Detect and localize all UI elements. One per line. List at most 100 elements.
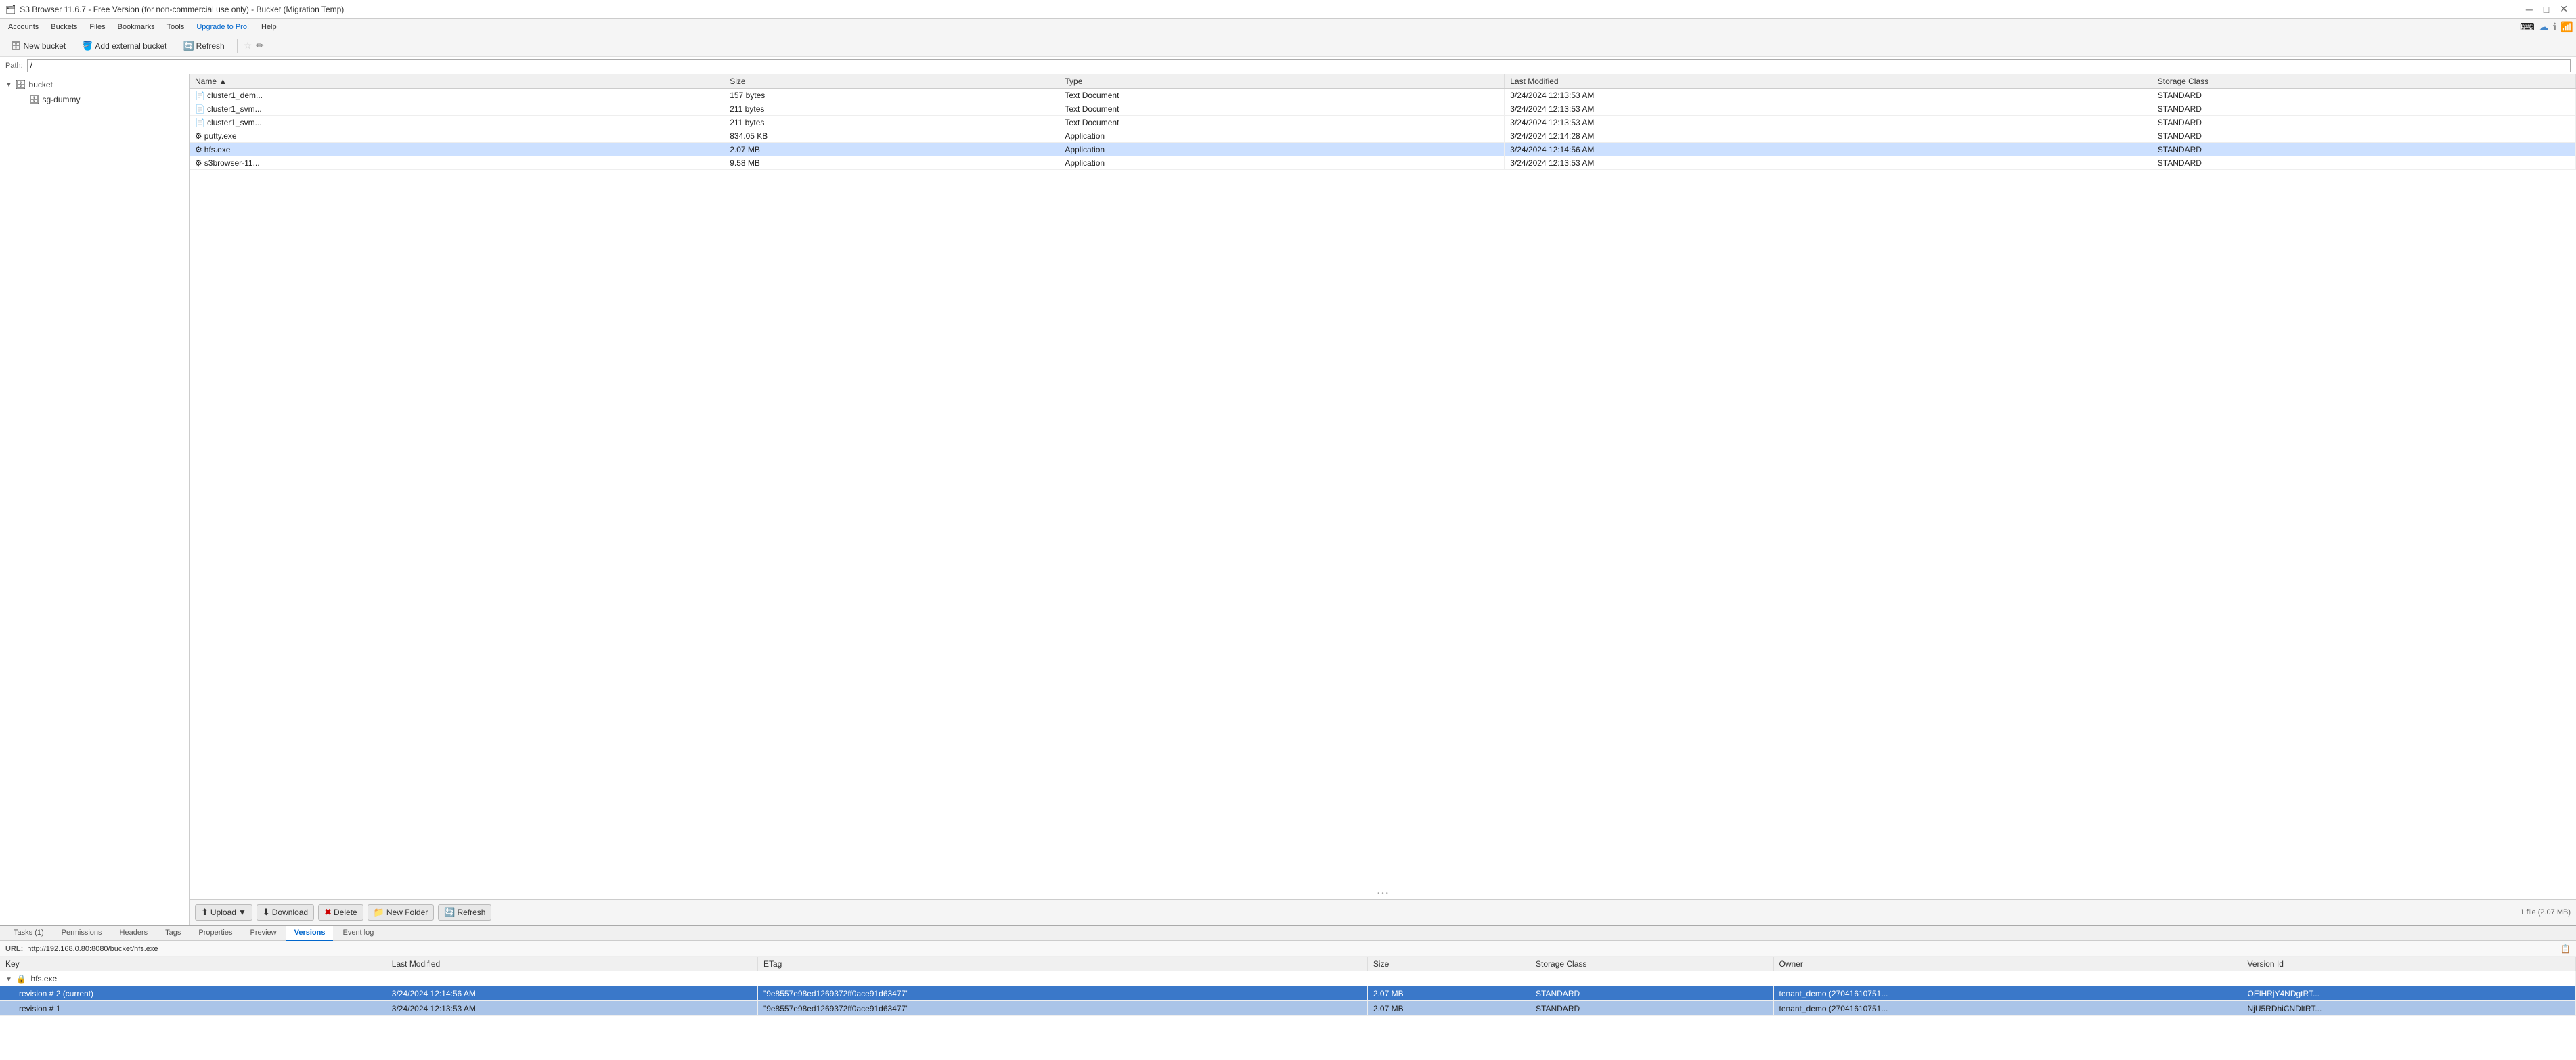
file-name-cell: ⚙s3browser-11... — [190, 156, 724, 170]
sidebar-item-sg-dummy[interactable]: 🗄 sg-dummy — [14, 92, 189, 107]
vcol-key[interactable]: Key — [0, 957, 386, 971]
ver-owner-cell: tenant_demo (27041610751... — [1773, 986, 2242, 1001]
main-toolbar: 🗄 New bucket 🪣 Add external bucket 🔄 Ref… — [0, 35, 2576, 57]
download-icon: ⬇ — [263, 907, 270, 918]
tab-tasks[interactable]: Tasks (1) — [5, 926, 52, 941]
add-external-icon: 🪣 — [82, 41, 93, 51]
file-action-bar: ⬆ Upload ▼ ⬇ Download ✖ Delete 📁 New Fol… — [190, 899, 2576, 925]
download-button[interactable]: ⬇ Download — [257, 904, 314, 921]
minimize-button[interactable]: ─ — [2523, 3, 2535, 15]
toolbar-refresh-label: Refresh — [196, 41, 225, 51]
add-external-label: Add external bucket — [95, 41, 166, 51]
menu-accounts[interactable]: Accounts — [3, 22, 44, 32]
file-table-row[interactable]: ⚙hfs.exe 2.07 MB Application 3/24/2024 1… — [190, 143, 2576, 156]
menu-files[interactable]: Files — [84, 22, 110, 32]
new-folder-icon: 📁 — [374, 907, 384, 918]
vcol-owner[interactable]: Owner — [1773, 957, 2242, 971]
file-storage-cell: STANDARD — [2152, 156, 2575, 170]
file-type-cell: Text Document — [1059, 102, 1505, 116]
tab-versions[interactable]: Versions — [286, 926, 334, 941]
url-value: http://192.168.0.80:8080/bucket/hfs.exe — [27, 945, 2556, 953]
file-count: 1 file (2.07 MB) — [2520, 908, 2571, 917]
menu-tools[interactable]: Tools — [162, 22, 190, 32]
file-modified-cell: 3/24/2024 12:13:53 AM — [1505, 156, 2152, 170]
info-icon[interactable]: ℹ — [2553, 21, 2557, 33]
file-type-cell: Application — [1059, 156, 1505, 170]
file-modified-cell: 3/24/2024 12:14:56 AM — [1505, 143, 2152, 156]
tab-properties[interactable]: Properties — [190, 926, 240, 941]
file-table-row[interactable]: ⚙putty.exe 834.05 KB Application 3/24/20… — [190, 129, 2576, 143]
menu-bookmarks[interactable]: Bookmarks — [112, 22, 160, 32]
file-table-row[interactable]: 📄cluster1_svm... 211 bytes Text Document… — [190, 116, 2576, 129]
keyboard-icon[interactable]: ⌨ — [2520, 21, 2535, 33]
file-type-cell: Text Document — [1059, 116, 1505, 129]
edit-icon[interactable]: ✏ — [256, 40, 264, 51]
ver-modified-cell: 3/24/2024 12:14:56 AM — [386, 986, 757, 1001]
file-table-row[interactable]: 📄cluster1_svm... 211 bytes Text Document… — [190, 102, 2576, 116]
maximize-button[interactable]: □ — [2541, 3, 2552, 15]
close-button[interactable]: ✕ — [2557, 3, 2571, 15]
sg-dummy-icon: 🗄 — [28, 94, 40, 105]
add-external-bucket-button[interactable]: 🪣 Add external bucket — [76, 38, 173, 54]
new-bucket-button[interactable]: 🗄 New bucket — [4, 38, 72, 54]
bookmark-star-icon[interactable]: ☆ — [244, 40, 252, 51]
ver-etag-cell: "9e8557e98ed1269372ff0ace91d63477" — [757, 1001, 1367, 1016]
col-name[interactable]: Name ▲ — [190, 74, 724, 89]
toolbar-refresh-button[interactable]: 🔄 Refresh — [177, 38, 230, 54]
versions-row[interactable]: revision # 2 (current) 3/24/2024 12:14:5… — [0, 986, 2576, 1001]
file-panel: Name ▲ Size Type Last Modified Storage C… — [190, 74, 2576, 925]
signal-icon[interactable]: 📶 — [2560, 21, 2573, 33]
file-table-row[interactable]: ⚙s3browser-11... 9.58 MB Application 3/2… — [190, 156, 2576, 170]
download-label: Download — [272, 908, 308, 917]
ver-storage-cell: STANDARD — [1530, 986, 1773, 1001]
vcol-version-id[interactable]: Version Id — [2242, 957, 2576, 971]
versions-parent-row[interactable]: ▼ 🔒 hfs.exe — [0, 971, 2576, 986]
col-size[interactable]: Size — [724, 74, 1059, 89]
vcol-size[interactable]: Size — [1367, 957, 1530, 971]
tab-permissions[interactable]: Permissions — [53, 926, 110, 941]
vcol-storage[interactable]: Storage Class — [1530, 957, 1773, 971]
delete-button[interactable]: ✖ Delete — [318, 904, 363, 921]
versions-row[interactable]: revision # 1 3/24/2024 12:13:53 AM "9e85… — [0, 1001, 2576, 1016]
menu-help[interactable]: Help — [256, 22, 282, 32]
menu-upgrade[interactable]: Upgrade to Pro! — [191, 22, 254, 32]
ver-modified-cell: 3/24/2024 12:13:53 AM — [386, 1001, 757, 1016]
upload-button[interactable]: ⬆ Upload ▼ — [195, 904, 252, 921]
refresh-button[interactable]: 🔄 Refresh — [438, 904, 491, 921]
tab-tags[interactable]: Tags — [157, 926, 189, 941]
ver-size-cell: 2.07 MB — [1367, 986, 1530, 1001]
vcol-modified[interactable]: Last Modified — [386, 957, 757, 971]
path-label: Path: — [5, 62, 23, 70]
file-table-row[interactable]: 📄cluster1_dem... 157 bytes Text Document… — [190, 89, 2576, 102]
url-bar: URL: http://192.168.0.80:8080/bucket/hfs… — [0, 941, 2576, 957]
file-modified-cell: 3/24/2024 12:13:53 AM — [1505, 102, 2152, 116]
url-copy-icon[interactable]: 📋 — [2560, 944, 2571, 954]
new-folder-button[interactable]: 📁 New Folder — [368, 904, 435, 921]
file-table-container: Name ▲ Size Type Last Modified Storage C… — [190, 74, 2576, 889]
file-storage-cell: STANDARD — [2152, 143, 2575, 156]
file-name-cell: 📄cluster1_svm... — [190, 116, 724, 129]
path-input[interactable] — [27, 59, 2571, 72]
file-name-cell: 📄cluster1_dem... — [190, 89, 724, 102]
window-controls: ─ □ ✕ — [2523, 3, 2571, 15]
refresh-icon: 🔄 — [444, 907, 455, 918]
sidebar-item-bucket[interactable]: ▼ 🗄 bucket — [0, 77, 189, 92]
file-size-cell: 834.05 KB — [724, 129, 1059, 143]
vcol-etag[interactable]: ETag — [757, 957, 1367, 971]
bucket-label: bucket — [29, 80, 53, 89]
col-type[interactable]: Type — [1059, 74, 1505, 89]
col-storage[interactable]: Storage Class — [2152, 74, 2575, 89]
tree-expand-arrow: ▼ — [5, 81, 12, 89]
col-modified[interactable]: Last Modified — [1505, 74, 2152, 89]
menu-buckets[interactable]: Buckets — [45, 22, 83, 32]
tab-event-log[interactable]: Event log — [334, 926, 382, 941]
sidebar: ▼ 🗄 bucket 🗄 sg-dummy — [0, 74, 190, 925]
delete-label: Delete — [334, 908, 357, 917]
tab-headers[interactable]: Headers — [112, 926, 156, 941]
tab-preview[interactable]: Preview — [242, 926, 285, 941]
file-size-cell: 211 bytes — [724, 102, 1059, 116]
file-modified-cell: 3/24/2024 12:13:53 AM — [1505, 116, 2152, 129]
app-icon: 🗂 — [5, 5, 16, 14]
file-storage-cell: STANDARD — [2152, 116, 2575, 129]
cloud-icon[interactable]: ☁ — [2539, 21, 2549, 33]
